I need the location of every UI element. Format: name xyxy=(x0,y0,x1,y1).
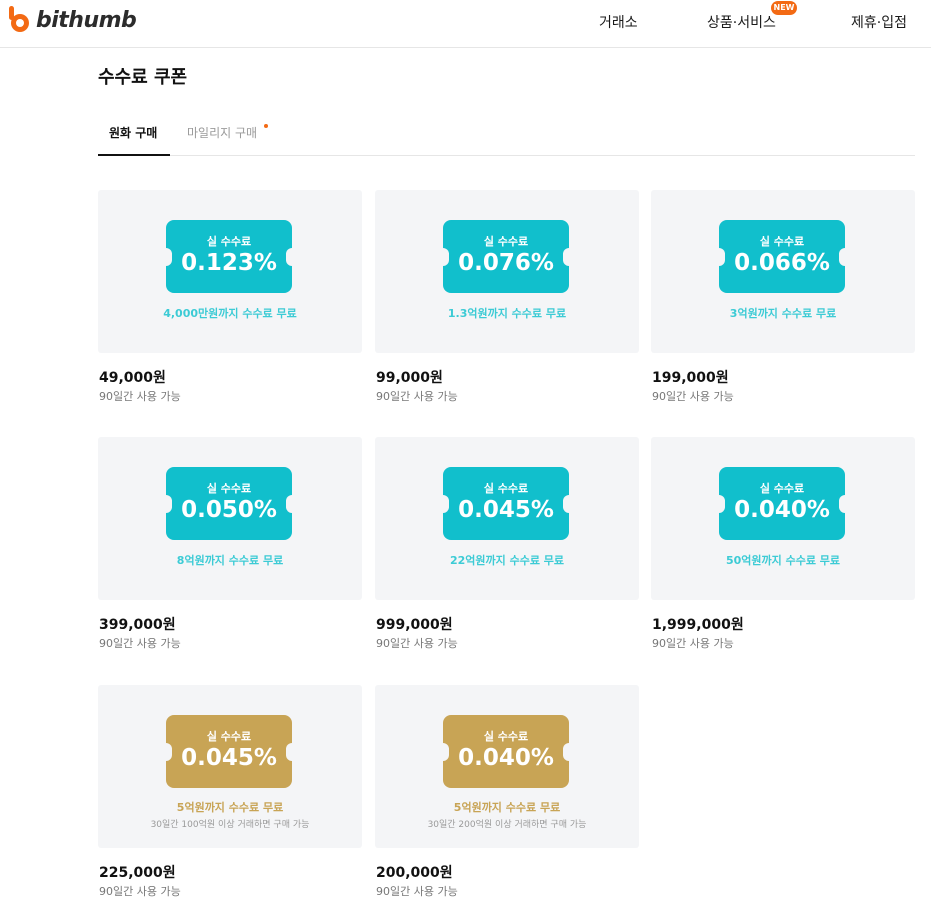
ticket-rate: 0.076% xyxy=(458,250,554,276)
coupon-description: 5억원까지 수수료 무료 xyxy=(453,801,561,814)
ticket-rate: 0.045% xyxy=(181,745,277,771)
coupon-period: 90일간 사용 가능 xyxy=(376,390,458,403)
coupon-period: 90일간 사용 가능 xyxy=(652,390,734,403)
coupon-ticket: 실 수수료 0.066% xyxy=(713,220,851,293)
coupon-price: 99,000원 xyxy=(376,370,443,386)
coupon-price: 49,000원 xyxy=(99,370,166,386)
new-dot-indicator xyxy=(264,124,268,128)
coupon-condition: 30일간 100억원 이상 거래하면 구매 가능 xyxy=(150,820,310,830)
coupon-card-panel: 실 수수료 0.040% 50억원까지 수수료 무료 xyxy=(651,437,915,600)
ticket-label: 실 수수료 xyxy=(483,235,529,248)
ticket-rate: 0.123% xyxy=(181,250,277,276)
coupon-ticket: 실 수수료 0.040% xyxy=(713,467,851,540)
coupon-price: 1,999,000원 xyxy=(652,617,744,633)
header: bithumb 거래소 상품·서비스 NEW 제휴·입점 xyxy=(0,0,931,48)
ticket-label: 실 수수료 xyxy=(206,235,252,248)
tab-bar: 원화 구매 마일리지 구매 xyxy=(98,116,915,156)
coupon-card-panel: 실 수수료 0.045% 5억원까지 수수료 무료 30일간 100억원 이상 … xyxy=(98,685,362,848)
coupon-ticket: 실 수수료 0.123% xyxy=(160,220,298,293)
ticket-label: 실 수수료 xyxy=(483,482,529,495)
page-title: 수수료 쿠폰 xyxy=(98,67,188,88)
coupon-price: 200,000원 xyxy=(376,865,453,881)
coupon-description: 1.3억원까지 수수료 무료 xyxy=(447,307,567,320)
coupon-card-panel: 실 수수료 0.066% 3억원까지 수수료 무료 xyxy=(651,190,915,353)
coupon-ticket: 실 수수료 0.050% xyxy=(160,467,298,540)
coupon-period: 90일간 사용 가능 xyxy=(99,637,181,650)
bithumb-logo[interactable]: bithumb xyxy=(6,6,137,34)
coupon-description: 22억원까지 수수료 무료 xyxy=(449,554,565,567)
coupon-ticket: 실 수수료 0.045% xyxy=(437,467,575,540)
ticket-label: 실 수수료 xyxy=(759,235,805,248)
coupon-period: 90일간 사용 가능 xyxy=(376,885,458,898)
coupon-price: 999,000원 xyxy=(376,617,453,633)
tab-mileage-purchase[interactable]: 마일리지 구매 xyxy=(187,124,257,141)
coupon-card-panel: 실 수수료 0.123% 4,000만원까지 수수료 무료 xyxy=(98,190,362,353)
coupon-period: 90일간 사용 가능 xyxy=(652,637,734,650)
coupon-description: 5억원까지 수수료 무료 xyxy=(176,801,284,814)
coupon-description: 3억원까지 수수료 무료 xyxy=(729,307,837,320)
bithumb-logo-icon xyxy=(9,6,29,32)
coupon-description: 4,000만원까지 수수료 무료 xyxy=(163,307,297,320)
ticket-rate: 0.066% xyxy=(734,250,830,276)
nav-products-services[interactable]: 상품·서비스 xyxy=(707,12,776,32)
coupon-description: 50억원까지 수수료 무료 xyxy=(725,554,841,567)
coupon-card-panel: 실 수수료 0.050% 8억원까지 수수료 무료 xyxy=(98,437,362,600)
coupon-period: 90일간 사용 가능 xyxy=(376,637,458,650)
coupon-card-panel: 실 수수료 0.040% 5억원까지 수수료 무료 30일간 200억원 이상 … xyxy=(375,685,639,848)
nav-partnership[interactable]: 제휴·입점 xyxy=(851,12,907,32)
coupon-condition: 30일간 200억원 이상 거래하면 구매 가능 xyxy=(427,820,587,830)
ticket-rate: 0.040% xyxy=(458,745,554,771)
coupon-description: 8억원까지 수수료 무료 xyxy=(176,554,284,567)
coupon-card-panel: 실 수수료 0.045% 22억원까지 수수료 무료 xyxy=(375,437,639,600)
coupon-price: 225,000원 xyxy=(99,865,176,881)
ticket-label: 실 수수료 xyxy=(206,730,252,743)
coupon-ticket: 실 수수료 0.040% xyxy=(437,715,575,788)
new-badge: NEW xyxy=(771,1,797,15)
ticket-rate: 0.050% xyxy=(181,497,277,523)
ticket-label: 실 수수료 xyxy=(206,482,252,495)
coupon-price: 199,000원 xyxy=(652,370,729,386)
ticket-label: 실 수수료 xyxy=(483,730,529,743)
coupon-price: 399,000원 xyxy=(99,617,176,633)
coupon-card-panel: 실 수수료 0.076% 1.3억원까지 수수료 무료 xyxy=(375,190,639,353)
tab-won-purchase[interactable]: 원화 구매 xyxy=(109,124,157,141)
nav-exchange[interactable]: 거래소 xyxy=(599,12,638,32)
logo-text: bithumb xyxy=(36,7,137,33)
coupon-ticket: 실 수수료 0.076% xyxy=(437,220,575,293)
active-tab-indicator xyxy=(98,154,170,156)
ticket-rate: 0.040% xyxy=(734,497,830,523)
coupon-period: 90일간 사용 가능 xyxy=(99,885,181,898)
ticket-rate: 0.045% xyxy=(458,497,554,523)
coupon-ticket: 실 수수료 0.045% xyxy=(160,715,298,788)
ticket-label: 실 수수료 xyxy=(759,482,805,495)
coupon-period: 90일간 사용 가능 xyxy=(99,390,181,403)
